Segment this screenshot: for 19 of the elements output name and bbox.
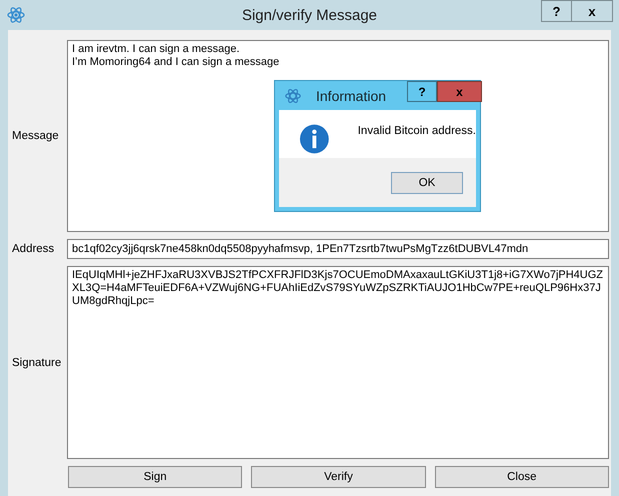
help-button[interactable]: ? [541,0,572,22]
dialog-button[interactable]: Verify [251,466,426,488]
ok-button[interactable]: OK [391,172,463,194]
atom-icon [284,86,302,104]
dialog-button[interactable]: Close [434,466,609,488]
dialog-title: Information [316,88,386,104]
x-button[interactable]: x [572,0,613,22]
atom-icon [6,5,26,25]
text-area[interactable]: IEqUIqMHl+jeZHFJxaRU3XVBJS2TfPCXFRJFlD3Kjs7OCUEmoDMAxaxauLtGKiU3T1j8+iG7XWo7jPH4UGZXL3Q=H4aMFTeuiEDF6A+VZWuj6NG+FUAhIiEdZvS79SYuWZpSZRKTiAUJO1HbCw7PE+reuQLP96Hx37JUM8gdRhqjLpc= [67,266,609,459]
field-label: Address [11,243,56,255]
help-button[interactable]: ? [407,81,437,102]
field-label: Signature [11,356,62,368]
x-button[interactable]: x [437,81,482,102]
info-icon [299,123,330,155]
dialog-message: Invalid Bitcoin address. [358,125,476,137]
window-title: Sign/verify Message [242,6,378,24]
dialog-button[interactable]: Sign [68,466,242,488]
input-field[interactable]: bc1qf02cy3jj6qrsk7ne458kn0dq5508pyyhafmsvp, 1PEn7Tzsrtb7twuPsMgTzz6tDUBVL47mdn [67,239,609,259]
field-label: Message [11,130,60,142]
